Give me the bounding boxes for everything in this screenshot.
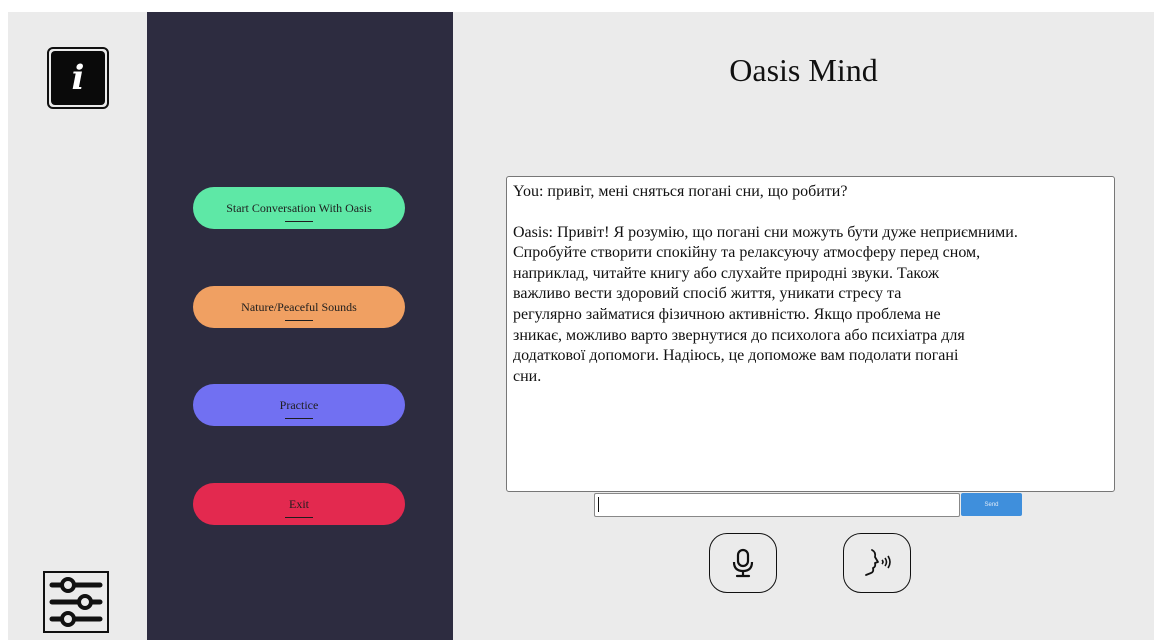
exit-button[interactable]: Exit [193, 483, 405, 525]
app-window: i Start Conversation With Oasis Nature/P… [8, 12, 1154, 640]
sliders-icon [49, 577, 103, 627]
exit-label: Exit [289, 496, 309, 511]
microphone-icon [732, 548, 754, 578]
assistant-message: Oasis: Привіт! Я розумію, що погані сни … [513, 223, 1018, 385]
speaking-head-icon [865, 549, 891, 576]
settings-button[interactable] [43, 571, 109, 633]
nature-sounds-label: Nature/Peaceful Sounds [241, 299, 357, 314]
app-title: Oasis Mind [729, 52, 878, 88]
text-to-speech-button[interactable] [843, 533, 911, 593]
text-cursor [598, 497, 599, 512]
user-message: You: привіт, мені сняться погані сни, що… [513, 183, 848, 200]
chat-history[interactable]: You: привіт, мені сняться погані сни, що… [506, 176, 1115, 492]
nature-sounds-button[interactable]: Nature/Peaceful Sounds [193, 286, 405, 328]
message-input[interactable] [594, 493, 960, 517]
practice-label: Practice [279, 397, 319, 412]
microphone-button[interactable] [709, 533, 777, 593]
start-conversation-button[interactable]: Start Conversation With Oasis [193, 187, 405, 229]
info-button[interactable]: i [47, 47, 109, 109]
sidebar: Start Conversation With Oasis Nature/Pea… [147, 12, 453, 640]
start-conversation-label: Start Conversation With Oasis [226, 200, 372, 215]
practice-button[interactable]: Practice [193, 384, 405, 426]
send-button[interactable]: Send [961, 493, 1022, 516]
info-icon: i [51, 51, 105, 105]
